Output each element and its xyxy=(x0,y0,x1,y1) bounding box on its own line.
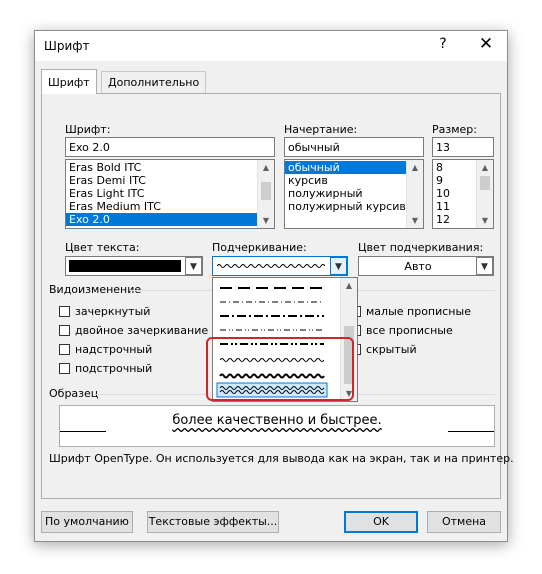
scroll-thumb[interactable] xyxy=(480,176,490,190)
subscript-checkbox[interactable] xyxy=(59,363,70,374)
font-list-item[interactable]: Eras Bold ITC xyxy=(66,161,274,174)
tab-font[interactable]: Шрифт xyxy=(41,69,97,94)
font-dialog: Шрифт ? ✕ Шрифт Дополнительно Шрифт: Exo… xyxy=(34,30,514,542)
style-label: Начертание: xyxy=(284,123,358,136)
dialog-title: Шрифт xyxy=(44,39,90,53)
double-strikethrough-checkbox[interactable] xyxy=(59,325,70,336)
sample-note: Шрифт OpenType. Он используется для выво… xyxy=(49,452,514,465)
color-swatch xyxy=(69,260,181,272)
sample-label: Образец xyxy=(49,387,99,400)
font-name-input[interactable]: Exo 2.0 xyxy=(65,137,275,157)
title-bar: Шрифт ? ✕ xyxy=(35,31,507,61)
scroll-thumb[interactable] xyxy=(261,182,271,200)
style-list[interactable]: обычный курсив полужирный полужирный кур… xyxy=(284,159,424,229)
tab-advanced-label: Дополнительно xyxy=(108,76,200,89)
close-button[interactable]: ✕ xyxy=(476,34,496,54)
font-label: Шрифт: xyxy=(65,123,111,136)
small-caps-label: малые прописные xyxy=(366,305,471,318)
style-list-item[interactable]: полужирный курсив xyxy=(285,200,423,213)
baseline-right xyxy=(448,431,494,432)
chevron-down-icon[interactable]: ▼ xyxy=(330,257,347,275)
style-list-item-selected[interactable]: обычный xyxy=(285,161,407,174)
style-list-scrollbar[interactable]: ▲ ▼ xyxy=(406,160,423,228)
text-color-label: Цвет текста: xyxy=(65,241,140,254)
scroll-down-icon[interactable]: ▼ xyxy=(407,216,423,225)
superscript-checkbox[interactable] xyxy=(59,344,70,355)
double-strikethrough-label: двойное зачеркивание xyxy=(75,324,209,337)
all-caps-label: все прописные xyxy=(366,324,453,337)
font-list-item-selected[interactable]: Exo 2.0 xyxy=(66,213,258,226)
tab-advanced[interactable]: Дополнительно xyxy=(101,71,207,93)
size-list-scrollbar[interactable]: ▲ ▼ xyxy=(476,160,493,228)
strikethrough-checkbox[interactable] xyxy=(59,306,70,317)
sample-text: более качественно и быстрее. xyxy=(172,413,382,428)
tab-font-label: Шрифт xyxy=(48,76,90,89)
font-list-item[interactable]: Eras Light ITC xyxy=(66,187,274,200)
subscript-label: подстрочный xyxy=(75,362,153,375)
chevron-down-icon[interactable]: ▼ xyxy=(476,257,493,275)
style-list-item[interactable]: полужирный xyxy=(285,187,423,200)
style-list-item[interactable]: курсив xyxy=(285,174,423,187)
scroll-up-icon[interactable]: ▲ xyxy=(258,163,274,172)
font-list-scrollbar[interactable]: ▲ ▼ xyxy=(257,160,274,228)
font-list-item[interactable]: Eras Medium ITC xyxy=(66,200,274,213)
font-list[interactable]: Eras Bold ITC Eras Demi ITC Eras Light I… xyxy=(65,159,275,229)
wavy-line-icon xyxy=(217,264,325,268)
scroll-up-icon[interactable]: ▲ xyxy=(477,163,493,172)
cancel-button[interactable]: Отмена xyxy=(427,511,501,533)
size-list[interactable]: 8 9 10 11 12 ▲ ▼ xyxy=(432,159,494,229)
help-button[interactable]: ? xyxy=(435,36,451,52)
sample-preview: более качественно и быстрее. xyxy=(59,405,495,447)
scroll-down-icon[interactable]: ▼ xyxy=(477,216,493,225)
font-list-item[interactable]: Eras Demi ITC xyxy=(66,174,274,187)
effects-label: Видоизменение xyxy=(49,283,142,296)
strikethrough-label: зачеркнутый xyxy=(75,305,151,318)
underline-select[interactable]: ▼ xyxy=(212,256,348,276)
underline-label: Подчеркивание: xyxy=(212,241,307,254)
size-label: Размер: xyxy=(432,123,477,136)
scroll-up-icon[interactable]: ▲ xyxy=(341,281,357,290)
default-button[interactable]: По умолчанию xyxy=(41,511,133,533)
chevron-down-icon[interactable]: ▼ xyxy=(185,257,202,275)
underline-color-select[interactable]: Авто ▼ xyxy=(358,256,494,276)
underline-color-value: Авто xyxy=(404,260,432,273)
size-input[interactable]: 13 xyxy=(432,137,494,157)
hidden-label: скрытый xyxy=(366,343,417,356)
baseline-left xyxy=(60,431,106,432)
underline-color-label: Цвет подчеркивания: xyxy=(358,241,484,254)
scroll-up-icon[interactable]: ▲ xyxy=(407,163,423,172)
text-color-select[interactable]: ▼ xyxy=(65,256,203,276)
superscript-label: надстрочный xyxy=(75,343,153,356)
scroll-down-icon[interactable]: ▼ xyxy=(258,216,274,225)
text-effects-button[interactable]: Текстовые эффекты... xyxy=(147,511,279,533)
highlight-annotation xyxy=(206,337,354,401)
ok-button[interactable]: OK xyxy=(344,511,418,533)
style-input[interactable]: обычный xyxy=(284,137,424,157)
